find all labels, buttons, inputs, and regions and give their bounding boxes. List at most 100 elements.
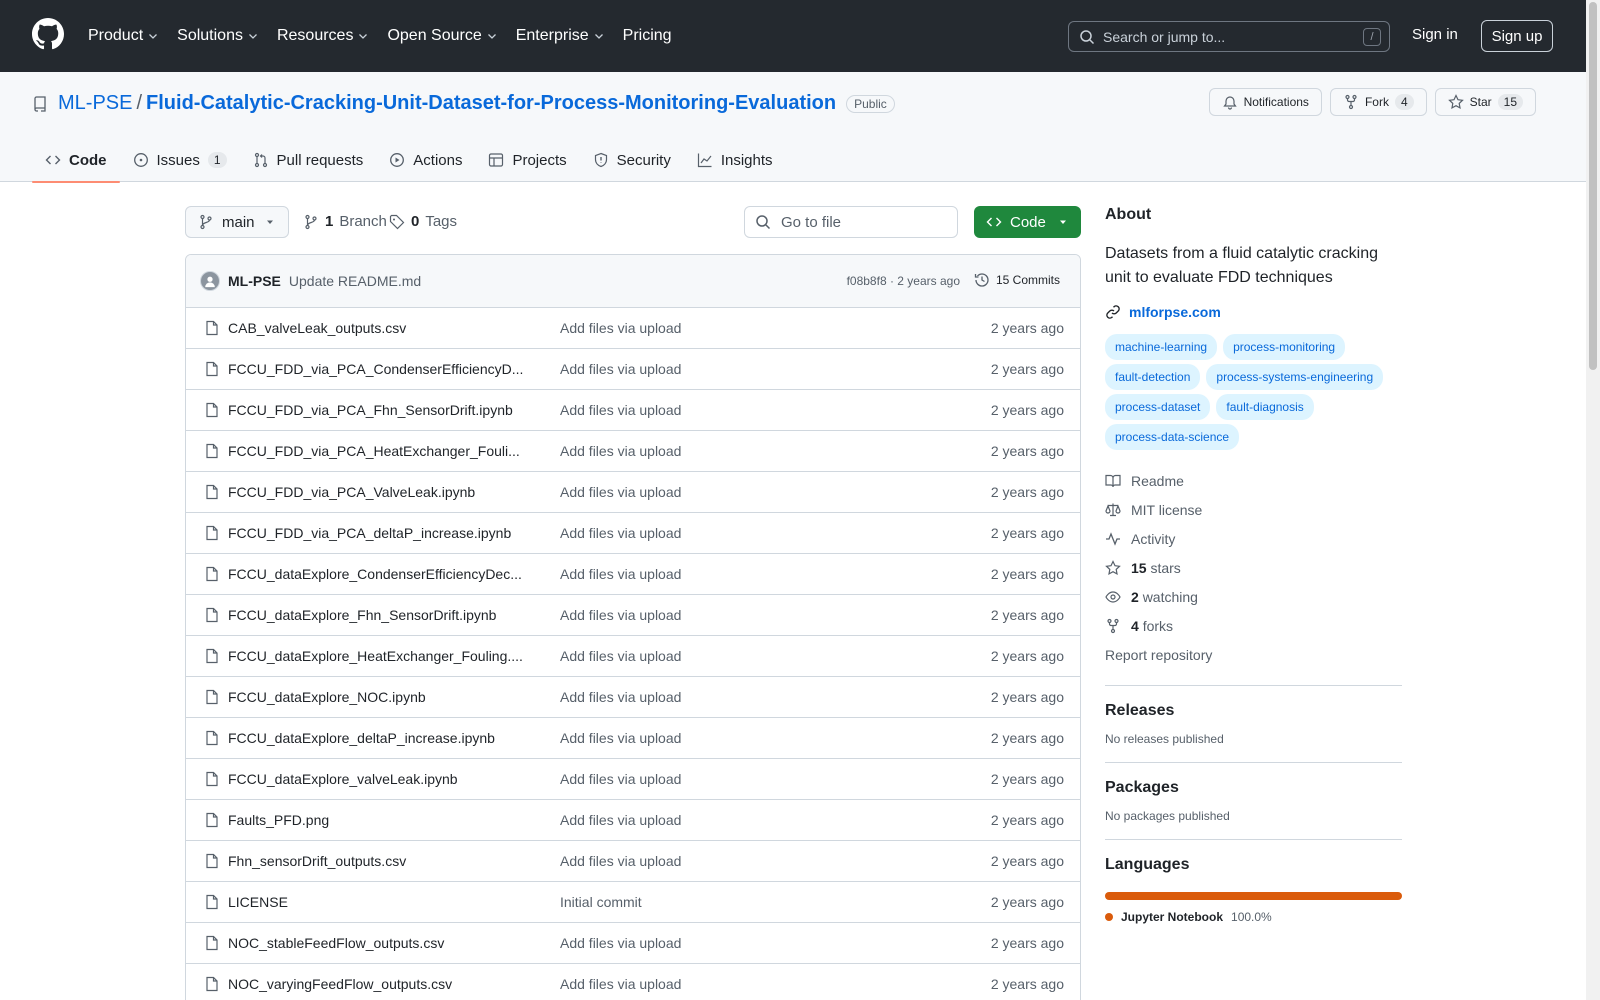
scrollbar-thumb[interactable]	[1589, 2, 1597, 370]
avatar[interactable]	[200, 271, 220, 291]
file-commit-message[interactable]: Add files via upload	[560, 320, 681, 336]
file-name-link[interactable]: FCCU_dataExplore_NOC.ipynb	[228, 689, 528, 705]
file-commit-message[interactable]: Add files via upload	[560, 689, 681, 705]
file-commit-message[interactable]: Add files via upload	[560, 525, 681, 541]
tab-insights[interactable]: Insights	[684, 138, 786, 182]
commit-message[interactable]: Update README.md	[289, 273, 421, 289]
nav-resources[interactable]: Resources	[277, 27, 369, 45]
topic-tag[interactable]: process-dataset	[1105, 394, 1211, 420]
fork-button[interactable]: Fork 4	[1329, 88, 1427, 116]
commit-author[interactable]: ML-PSE	[228, 273, 281, 289]
file-name-link[interactable]: FCCU_FDD_via_PCA_deltaP_increase.ipynb	[228, 525, 528, 541]
file-row[interactable]: Faults_PFD.png Add files via upload 2 year…	[186, 800, 1080, 841]
topic-tag[interactable]: machine-learning	[1105, 334, 1218, 360]
sign-in-link[interactable]: Sign in	[1412, 26, 1458, 43]
file-name-link[interactable]: FCCU_FDD_via_PCA_CondenserEfficiencyD...	[228, 361, 528, 377]
topic-tag[interactable]: process-systems-engineering	[1206, 364, 1384, 390]
file-name-link[interactable]: FCCU_FDD_via_PCA_HeatExchanger_Fouli...	[228, 443, 528, 459]
notifications-button[interactable]: Notifications	[1208, 88, 1322, 116]
tab-code[interactable]: Code	[32, 138, 120, 183]
topic-tag[interactable]: process-monitoring	[1223, 334, 1346, 360]
tab-projects[interactable]: Projects	[475, 138, 579, 182]
file-name-link[interactable]: CAB_valveLeak_outputs.csv	[228, 320, 528, 336]
topic-tag[interactable]: fault-detection	[1105, 364, 1201, 390]
code-dropdown-button[interactable]: Code	[974, 206, 1081, 238]
file-commit-message[interactable]: Add files via upload	[560, 607, 681, 623]
file-row[interactable]: FCCU_dataExplore_valveLeak.ipynb Add file…	[186, 759, 1080, 800]
file-row[interactable]: FCCU_FDD_via_PCA_HeatExchanger_Fouli... A…	[186, 431, 1080, 472]
commit-meta[interactable]: f08b8f8 · 2 years ago	[847, 274, 960, 288]
file-row[interactable]: FCCU_dataExplore_deltaP_increase.ipynb Ad…	[186, 718, 1080, 759]
file-commit-message[interactable]: Add files via upload	[560, 361, 681, 377]
forks-link[interactable]: 4 forks	[1105, 611, 1402, 640]
file-name-link[interactable]: NOC_varyingFeedFlow_outputs.csv	[228, 976, 528, 992]
nav-enterprise[interactable]: Enterprise	[516, 27, 605, 45]
file-name-link[interactable]: FCCU_dataExplore_deltaP_increase.ipynb	[228, 730, 528, 746]
github-logo-icon[interactable]	[32, 18, 64, 50]
file-row[interactable]: NOC_varyingFeedFlow_outputs.csv Add files…	[186, 964, 1080, 1000]
file-commit-message[interactable]: Add files via upload	[560, 648, 681, 664]
license-link[interactable]: MIT license	[1105, 495, 1402, 524]
page-scrollbar[interactable]	[1586, 0, 1600, 1000]
file-name-link[interactable]: Fhn_sensorDrift_outputs.csv	[228, 853, 528, 869]
file-commit-message[interactable]: Initial commit	[560, 894, 642, 910]
file-name-link[interactable]: FCCU_FDD_via_PCA_Fhn_SensorDrift.ipynb	[228, 402, 528, 418]
nav-pricing[interactable]: Pricing	[623, 27, 672, 45]
file-row[interactable]: Fhn_sensorDrift_outputs.csv Add files via…	[186, 841, 1080, 882]
file-commit-message[interactable]: Add files via upload	[560, 812, 681, 828]
report-repository-link[interactable]: Report repository	[1105, 640, 1402, 669]
go-to-file-input[interactable]: Go to file	[744, 206, 958, 238]
global-search-input[interactable]: Search or jump to... /	[1068, 21, 1390, 52]
file-commit-message[interactable]: Add files via upload	[560, 484, 681, 500]
file-name-link[interactable]: NOC_stableFeedFlow_outputs.csv	[228, 935, 528, 951]
repo-name-link[interactable]: Fluid-Catalytic-Cracking-Unit-Dataset-fo…	[146, 92, 836, 115]
tags-link[interactable]: 0 Tags	[389, 213, 457, 230]
file-commit-message[interactable]: Add files via upload	[560, 771, 681, 787]
file-name-link[interactable]: FCCU_dataExplore_CondenserEfficiencyDec.…	[228, 566, 528, 582]
readme-link[interactable]: Readme	[1105, 466, 1402, 495]
stars-link[interactable]: 15 stars	[1105, 553, 1402, 582]
file-row[interactable]: NOC_stableFeedFlow_outputs.csv Add files …	[186, 923, 1080, 964]
releases-heading[interactable]: Releases	[1105, 702, 1402, 720]
topic-tag[interactable]: process-data-science	[1105, 424, 1240, 450]
file-row[interactable]: FCCU_dataExplore_NOC.ipynb Add files via …	[186, 677, 1080, 718]
nav-open-source[interactable]: Open Source	[387, 27, 497, 45]
file-name-link[interactable]: FCCU_dataExplore_HeatExchanger_Fouling..…	[228, 648, 528, 664]
file-row[interactable]: FCCU_FDD_via_PCA_Fhn_SensorDrift.ipynb Ad…	[186, 390, 1080, 431]
file-commit-message[interactable]: Add files via upload	[560, 976, 681, 992]
activity-link[interactable]: Activity	[1105, 524, 1402, 553]
star-button[interactable]: Star 15	[1434, 88, 1536, 116]
topic-tag[interactable]: fault-diagnosis	[1216, 394, 1314, 420]
file-row[interactable]: LICENSE Initial commit 2 years ago	[186, 882, 1080, 923]
file-row[interactable]: CAB_valveLeak_outputs.csv Add files via u…	[186, 308, 1080, 349]
homepage-link[interactable]: mlforpse.com	[1105, 304, 1402, 320]
file-name-link[interactable]: FCCU_dataExplore_Fhn_SensorDrift.ipynb	[228, 607, 528, 623]
file-row[interactable]: FCCU_FDD_via_PCA_CondenserEfficiencyD...…	[186, 349, 1080, 390]
branches-link[interactable]: 1 Branch	[303, 213, 387, 230]
file-commit-message[interactable]: Add files via upload	[560, 402, 681, 418]
packages-heading[interactable]: Packages	[1105, 779, 1402, 797]
file-commit-message[interactable]: Add files via upload	[560, 566, 681, 582]
commits-history-link[interactable]: 15 Commits	[974, 272, 1060, 288]
tab-actions[interactable]: Actions	[376, 138, 475, 182]
tab-pull-requests[interactable]: Pull requests	[240, 138, 377, 182]
nav-solutions[interactable]: Solutions	[177, 27, 259, 45]
file-row[interactable]: FCCU_dataExplore_CondenserEfficiencyDec.…	[186, 554, 1080, 595]
repo-owner-link[interactable]: ML-PSE	[58, 92, 132, 115]
file-row[interactable]: FCCU_dataExplore_HeatExchanger_Fouling..…	[186, 636, 1080, 677]
file-name-link[interactable]: FCCU_FDD_via_PCA_ValveLeak.ipynb	[228, 484, 528, 500]
file-name-link[interactable]: LICENSE	[228, 894, 528, 910]
file-row[interactable]: FCCU_dataExplore_Fhn_SensorDrift.ipynb Ad…	[186, 595, 1080, 636]
file-commit-message[interactable]: Add files via upload	[560, 935, 681, 951]
file-row[interactable]: FCCU_FDD_via_PCA_deltaP_increase.ipynb Ad…	[186, 513, 1080, 554]
file-row[interactable]: FCCU_FDD_via_PCA_ValveLeak.ipynb Add file…	[186, 472, 1080, 513]
file-commit-message[interactable]: Add files via upload	[560, 853, 681, 869]
file-name-link[interactable]: Faults_PFD.png	[228, 812, 528, 828]
file-commit-message[interactable]: Add files via upload	[560, 730, 681, 746]
file-name-link[interactable]: FCCU_dataExplore_valveLeak.ipynb	[228, 771, 528, 787]
language-item[interactable]: Jupyter Notebook 100.0%	[1105, 910, 1402, 924]
sign-up-button[interactable]: Sign up	[1481, 20, 1553, 52]
watchers-link[interactable]: 2 watching	[1105, 582, 1402, 611]
nav-product[interactable]: Product	[88, 27, 159, 45]
tab-issues[interactable]: Issues 1	[120, 138, 240, 182]
